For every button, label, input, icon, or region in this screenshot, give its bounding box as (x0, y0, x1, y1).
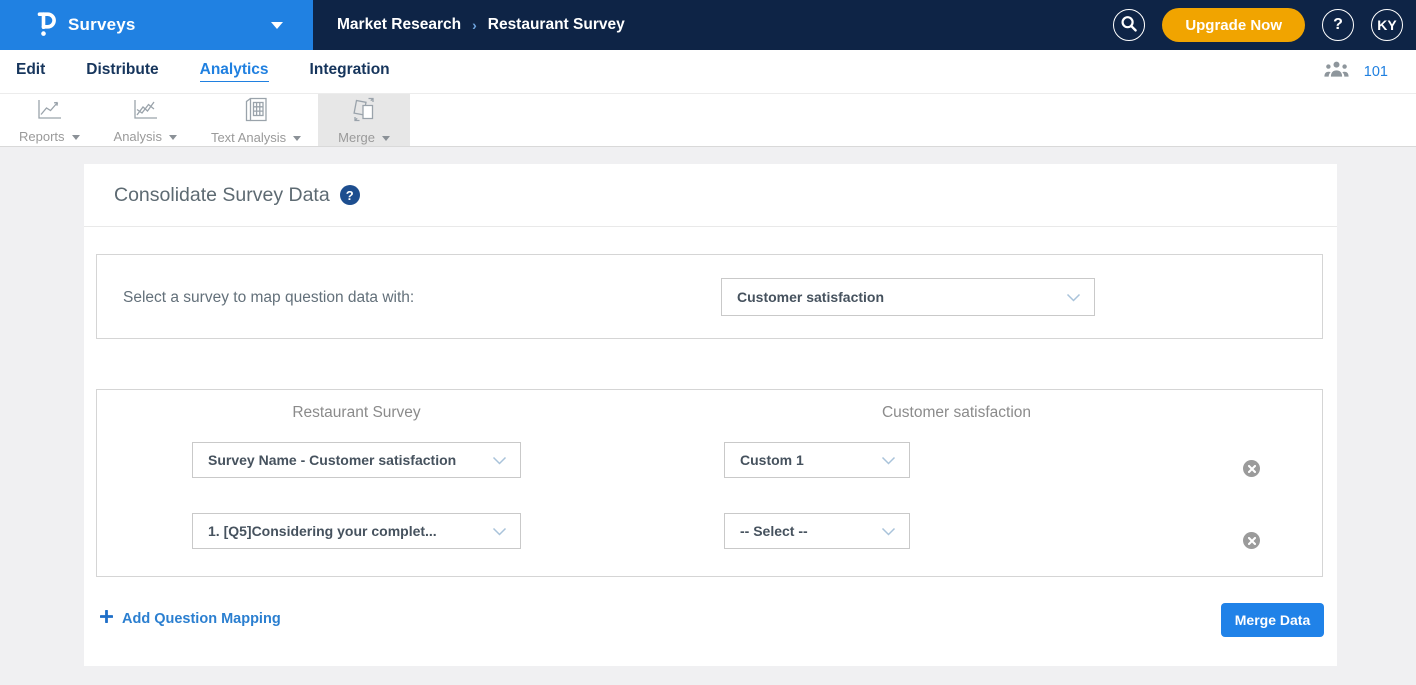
responses-summary[interactable]: 101 (1324, 60, 1388, 83)
chevron-down-icon (169, 135, 177, 140)
card-header: Consolidate Survey Data ? (84, 164, 1337, 227)
close-icon (1248, 532, 1256, 550)
toolbar-item-label: Reports (19, 129, 65, 144)
chevron-down-icon (881, 523, 896, 539)
survey-select[interactable]: Customer satisfaction (721, 278, 1095, 316)
breadcrumb-separator-icon: › (472, 17, 477, 33)
source-survey-header: Restaurant Survey (192, 404, 521, 422)
toolbar-item-merge[interactable]: Merge (318, 94, 410, 146)
consolidate-card: Consolidate Survey Data ? Select a surve… (84, 164, 1337, 666)
breadcrumb: Market Research › Restaurant Survey (313, 0, 625, 50)
search-button[interactable] (1113, 9, 1145, 41)
source-question-value: 1. [Q5]Considering your complet... (208, 523, 437, 539)
document-grid-icon (243, 96, 269, 128)
line-chart-icon (34, 97, 64, 127)
target-survey-header: Customer satisfaction (724, 404, 1189, 422)
chevron-down-icon (492, 523, 507, 539)
chevron-down-icon (293, 136, 301, 141)
source-question-select[interactable]: Survey Name - Customer satisfaction (192, 442, 521, 478)
survey-picker-section: Select a survey to map question data wit… (96, 254, 1323, 339)
responses-count: 101 (1364, 64, 1388, 80)
breadcrumb-current: Restaurant Survey (488, 16, 625, 34)
add-question-mapping-link[interactable]: Add Question Mapping (100, 610, 281, 627)
title-help-icon[interactable]: ? (340, 185, 360, 205)
source-question-value: Survey Name - Customer satisfaction (208, 452, 456, 468)
question-mapping-section: Restaurant Survey Customer satisfaction … (96, 389, 1323, 577)
respondents-icon (1324, 60, 1349, 83)
chevron-down-icon (271, 22, 283, 29)
target-question-select[interactable]: Custom 1 (724, 442, 910, 478)
upgrade-now-button[interactable]: Upgrade Now (1162, 8, 1305, 42)
toolbar-item-label: Merge (338, 130, 375, 145)
source-question-select[interactable]: 1. [Q5]Considering your complet... (192, 513, 521, 549)
plus-icon (100, 610, 113, 627)
remove-mapping-button[interactable] (1243, 532, 1260, 549)
app-switcher[interactable]: Surveys (0, 0, 313, 50)
avatar[interactable]: KY (1371, 9, 1403, 41)
toolbar-item-reports[interactable]: Reports (2, 94, 97, 146)
toolbar-item-analysis[interactable]: Analysis (97, 94, 194, 146)
nav-tabs-row: Edit Distribute Analytics Integration 10… (0, 50, 1416, 94)
chevron-down-icon (382, 136, 390, 141)
close-icon (1248, 460, 1256, 478)
remove-mapping-button[interactable] (1243, 460, 1260, 477)
proprofs-logo-icon (36, 9, 57, 42)
help-button[interactable]: ? (1322, 9, 1354, 41)
chevron-down-icon (881, 452, 896, 468)
question-mark-icon: ? (1333, 16, 1343, 34)
analytics-toolbar: Reports Analysis Text Analysi (0, 94, 1416, 147)
tab-analytics[interactable]: Analytics (200, 61, 269, 82)
tab-distribute[interactable]: Distribute (86, 61, 158, 82)
toolbar-item-label: Text Analysis (211, 130, 286, 145)
breadcrumb-parent[interactable]: Market Research (337, 16, 461, 34)
merge-data-button[interactable]: Merge Data (1221, 603, 1324, 637)
survey-select-value: Customer satisfaction (737, 289, 884, 305)
nav-tabs: Edit Distribute Analytics Integration (16, 61, 390, 82)
tab-edit[interactable]: Edit (16, 61, 45, 82)
topbar-actions: Upgrade Now ? KY (1113, 0, 1416, 50)
toolbar-item-text-analysis[interactable]: Text Analysis (194, 94, 318, 146)
add-question-mapping-label: Add Question Mapping (122, 611, 281, 627)
tab-integration[interactable]: Integration (310, 61, 390, 82)
multi-line-chart-icon (130, 97, 160, 127)
top-bar: Surveys Market Research › Restaurant Sur… (0, 0, 1416, 50)
chevron-down-icon (1066, 289, 1081, 305)
target-question-value: -- Select -- (740, 523, 808, 539)
target-question-select[interactable]: -- Select -- (724, 513, 910, 549)
merge-pages-icon (350, 96, 378, 128)
page-title: Consolidate Survey Data (114, 184, 330, 207)
toolbar-item-label: Analysis (114, 129, 162, 144)
main-content: Consolidate Survey Data ? Select a surve… (0, 147, 1416, 684)
brand-label: Surveys (68, 15, 136, 35)
survey-picker-label: Select a survey to map question data wit… (123, 255, 414, 340)
search-icon (1119, 14, 1139, 37)
target-question-value: Custom 1 (740, 452, 804, 468)
chevron-down-icon (492, 452, 507, 468)
chevron-down-icon (72, 135, 80, 140)
